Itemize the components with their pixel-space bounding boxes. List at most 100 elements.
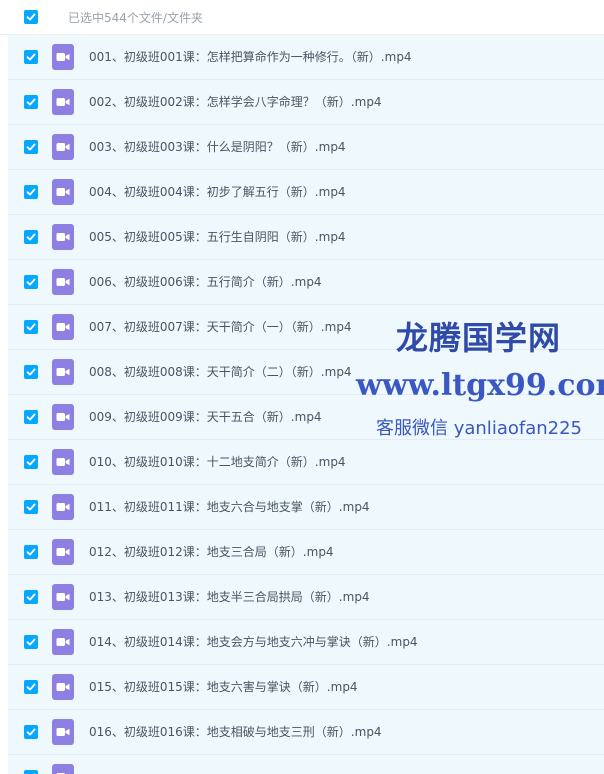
video-camera-icon <box>56 593 70 601</box>
video-file-icon <box>52 44 74 70</box>
video-camera-icon <box>56 638 70 646</box>
file-name[interactable]: 014、初级班014课：地支会方与地支六冲与掌诀（新）.mp4 <box>89 634 418 650</box>
file-checkbox[interactable] <box>24 770 38 774</box>
video-file-icon <box>52 134 74 160</box>
file-row[interactable]: 014、初级班014课：地支会方与地支六冲与掌诀（新）.mp4 <box>8 620 604 665</box>
file-checkbox[interactable] <box>24 725 38 739</box>
video-file-icon <box>52 269 74 295</box>
file-row[interactable]: 011、初级班011课：地支六合与地支掌（新）.mp4 <box>8 485 604 530</box>
file-row[interactable]: 016、初级班016课：地支相破与地支三刑（新）.mp4 <box>8 710 604 755</box>
file-row[interactable]: 002、初级班002课：怎样学会八字命理？（新）.mp4 <box>8 80 604 125</box>
select-all-checkbox[interactable] <box>24 10 38 24</box>
video-file-icon <box>52 404 74 430</box>
file-row[interactable]: 008、初级班008课：天干简介（二）（新）.mp4 <box>8 350 604 395</box>
checkmark-icon <box>26 548 36 556</box>
file-name[interactable]: 004、初级班004课：初步了解五行（新）.mp4 <box>89 184 346 200</box>
file-checkbox[interactable] <box>24 185 38 199</box>
file-row[interactable]: 007、初级班007课：天干简介（一）（新）.mp4 <box>8 305 604 350</box>
video-camera-icon <box>56 503 70 511</box>
file-name[interactable]: 008、初级班008课：天干简介（二）（新）.mp4 <box>89 364 352 380</box>
file-row[interactable]: 003、初级班003课：什么是阴阳？（新）.mp4 <box>8 125 604 170</box>
file-name[interactable]: 006、初级班006课：五行简介（新）.mp4 <box>89 274 322 290</box>
file-row[interactable]: 015、初级班015课：地支六害与掌诀（新）.mp4 <box>8 665 604 710</box>
selection-header: 已选中544个文件/文件夹 <box>0 0 604 35</box>
checkmark-icon <box>26 143 36 151</box>
file-checkbox[interactable] <box>24 50 38 64</box>
video-file-icon <box>52 719 74 745</box>
file-row[interactable]: 006、初级班006课：五行简介（新）.mp4 <box>8 260 604 305</box>
checkmark-icon <box>26 638 36 646</box>
file-name[interactable]: 012、初级班012课：地支三合局（新）.mp4 <box>89 544 334 560</box>
video-file-icon <box>52 629 74 655</box>
video-camera-icon <box>56 278 70 286</box>
file-checkbox[interactable] <box>24 410 38 424</box>
file-list-view: 已选中544个文件/文件夹 001、初级班001课：怎样把算命作为一种修行。（新… <box>0 0 604 774</box>
video-file-icon <box>52 674 74 700</box>
video-file-icon <box>52 539 74 565</box>
file-checkbox[interactable] <box>24 275 38 289</box>
video-camera-icon <box>56 323 70 331</box>
video-file-icon <box>52 179 74 205</box>
file-name[interactable]: 013、初级班013课：地支半三合局拱局（新）.mp4 <box>89 589 370 605</box>
video-file-icon <box>52 89 74 115</box>
checkmark-icon <box>26 413 36 421</box>
file-checkbox[interactable] <box>24 680 38 694</box>
checkmark-icon <box>26 683 36 691</box>
checkmark-icon <box>26 98 36 106</box>
file-name[interactable]: 007、初级班007课：天干简介（一）（新）.mp4 <box>89 319 352 335</box>
file-checkbox[interactable] <box>24 455 38 469</box>
file-checkbox[interactable] <box>24 140 38 154</box>
file-name[interactable]: 016、初级班016课：地支相破与地支三刑（新）.mp4 <box>89 724 382 740</box>
file-name[interactable]: 009、初级班009课：天干五合（新）.mp4 <box>89 409 322 425</box>
file-checkbox[interactable] <box>24 545 38 559</box>
video-camera-icon <box>56 368 70 376</box>
file-row[interactable]: 001、初级班001课：怎样把算命作为一种修行。（新）.mp4 <box>8 35 604 80</box>
checkmark-icon <box>26 13 36 21</box>
checkmark-icon <box>26 188 36 196</box>
file-checkbox[interactable] <box>24 365 38 379</box>
file-name[interactable]: 003、初级班003课：什么是阴阳？（新）.mp4 <box>89 139 346 155</box>
file-checkbox[interactable] <box>24 95 38 109</box>
video-camera-icon <box>56 233 70 241</box>
selection-count-text: 已选中544个文件/文件夹 <box>68 11 203 25</box>
checkmark-icon <box>26 233 36 241</box>
video-camera-icon <box>56 98 70 106</box>
file-row[interactable]: 009、初级班009课：天干五合（新）.mp4 <box>8 395 604 440</box>
file-name[interactable]: 002、初级班002课：怎样学会八字命理？（新）.mp4 <box>89 94 382 110</box>
file-checkbox[interactable] <box>24 500 38 514</box>
checkmark-icon <box>26 278 36 286</box>
video-camera-icon <box>56 728 70 736</box>
file-name[interactable]: 001、初级班001课：怎样把算命作为一种修行。（新）.mp4 <box>89 49 412 65</box>
video-file-icon <box>52 764 74 774</box>
file-row[interactable]: 012、初级班012课：地支三合局（新）.mp4 <box>8 530 604 575</box>
checkmark-icon <box>26 503 36 511</box>
file-list: 001、初级班001课：怎样把算命作为一种修行。（新）.mp4 002、初级班00… <box>8 35 604 774</box>
video-file-icon <box>52 224 74 250</box>
video-file-icon <box>52 314 74 340</box>
file-name[interactable]: 015、初级班015课：地支六害与掌诀（新）.mp4 <box>89 679 358 695</box>
file-checkbox[interactable] <box>24 635 38 649</box>
video-camera-icon <box>56 683 70 691</box>
video-file-icon <box>52 584 74 610</box>
video-camera-icon <box>56 413 70 421</box>
file-checkbox[interactable] <box>24 590 38 604</box>
video-camera-icon <box>56 188 70 196</box>
video-camera-icon <box>56 53 70 61</box>
file-name[interactable]: 005、初级班005课：五行生自阴阳（新）.mp4 <box>89 229 346 245</box>
file-row[interactable]: 010、初级班010课：十二地支简介（新）.mp4 <box>8 440 604 485</box>
video-camera-icon <box>56 143 70 151</box>
file-checkbox[interactable] <box>24 230 38 244</box>
file-name[interactable]: 010、初级班010课：十二地支简介（新）.mp4 <box>89 454 346 470</box>
file-checkbox[interactable] <box>24 320 38 334</box>
file-row[interactable]: 013、初级班013课：地支半三合局拱局（新）.mp4 <box>8 575 604 620</box>
checkmark-icon <box>26 323 36 331</box>
video-camera-icon <box>56 548 70 556</box>
file-row[interactable] <box>8 755 604 774</box>
file-row[interactable]: 004、初级班004课：初步了解五行（新）.mp4 <box>8 170 604 215</box>
checkmark-icon <box>26 593 36 601</box>
video-file-icon <box>52 494 74 520</box>
file-row[interactable]: 005、初级班005课：五行生自阴阳（新）.mp4 <box>8 215 604 260</box>
video-file-icon <box>52 449 74 475</box>
file-name[interactable]: 011、初级班011课：地支六合与地支掌（新）.mp4 <box>89 499 370 515</box>
checkmark-icon <box>26 53 36 61</box>
